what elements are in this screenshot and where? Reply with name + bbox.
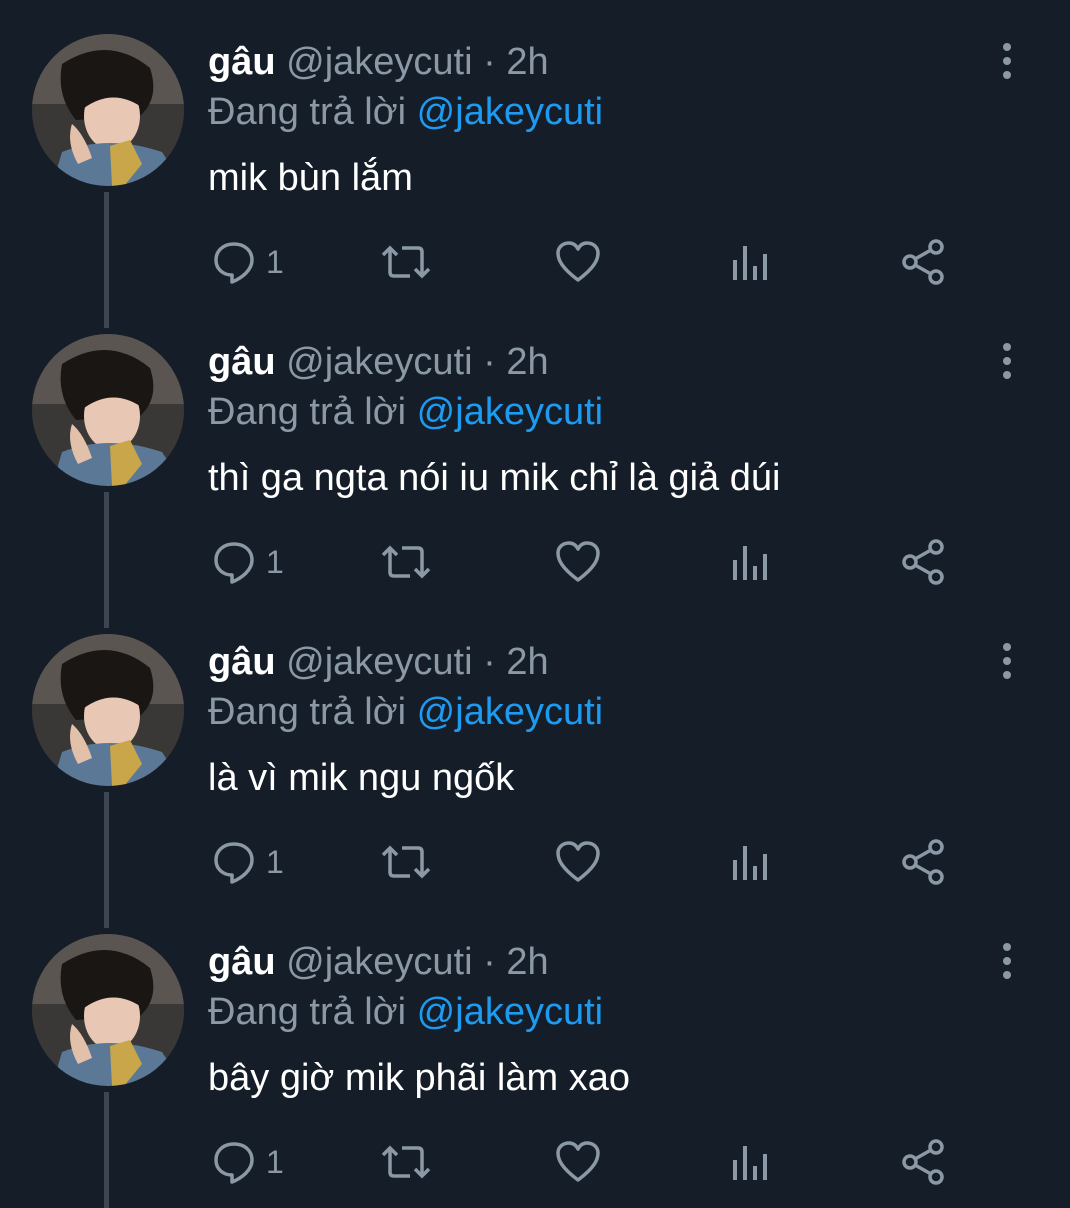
more-vertical-icon[interactable] bbox=[992, 42, 1022, 82]
heart-icon bbox=[554, 538, 602, 586]
heart-icon bbox=[554, 238, 602, 286]
retweet-button[interactable] bbox=[380, 536, 432, 588]
timestamp[interactable]: 2h bbox=[506, 641, 548, 683]
share-button[interactable] bbox=[900, 836, 946, 888]
replying-to-label: Đang trả lời bbox=[208, 91, 407, 133]
display-name[interactable]: gâu bbox=[208, 641, 276, 683]
views-button[interactable] bbox=[730, 236, 770, 288]
replying-to-handle[interactable]: @jakeycuti bbox=[417, 391, 603, 433]
retweet-icon bbox=[380, 238, 432, 286]
share-icon bbox=[900, 538, 946, 586]
views-button[interactable] bbox=[730, 536, 770, 588]
action-bar: 1 bbox=[0, 836, 1070, 888]
views-button[interactable] bbox=[730, 1136, 770, 1188]
action-bar: 1 bbox=[0, 536, 1070, 588]
views-icon bbox=[730, 538, 770, 586]
reply-count: 1 bbox=[266, 1144, 284, 1180]
views-icon bbox=[730, 1138, 770, 1186]
reply-icon bbox=[210, 838, 258, 886]
reply-button[interactable]: 1 bbox=[210, 536, 284, 588]
replying-to-label: Đang trả lời bbox=[208, 691, 407, 733]
reply-count: 1 bbox=[266, 844, 284, 880]
display-name[interactable]: gâu bbox=[208, 341, 276, 383]
tweet-header: gâu @jakeycuti · 2h bbox=[208, 340, 549, 384]
like-button[interactable] bbox=[554, 836, 602, 888]
reply-count: 1 bbox=[266, 244, 284, 280]
tweet-text: là vì mik ngu ngốk bbox=[208, 757, 515, 799]
separator-dot: · bbox=[483, 641, 496, 683]
retweet-button[interactable] bbox=[380, 236, 432, 288]
heart-icon bbox=[554, 838, 602, 886]
views-icon bbox=[730, 838, 770, 886]
like-button[interactable] bbox=[554, 1136, 602, 1188]
replying-to: Đang trả lời @jakeycuti bbox=[208, 990, 603, 1034]
retweet-icon bbox=[380, 1138, 432, 1186]
tweet-header: gâu @jakeycuti · 2h bbox=[208, 640, 549, 684]
like-button[interactable] bbox=[554, 236, 602, 288]
tweet-text: mik bùn lắm bbox=[208, 157, 413, 199]
separator-dot: · bbox=[483, 341, 496, 383]
more-vertical-icon[interactable] bbox=[992, 942, 1022, 982]
reply-icon bbox=[210, 538, 258, 586]
tweet[interactable]: gâu @jakeycuti · 2h Đang trả lời @jakeyc… bbox=[0, 600, 1070, 900]
user-handle[interactable]: @jakeycuti bbox=[286, 941, 472, 983]
action-bar: 1 bbox=[0, 236, 1070, 288]
replying-to-label: Đang trả lời bbox=[208, 991, 407, 1033]
retweet-icon bbox=[380, 838, 432, 886]
reply-button[interactable]: 1 bbox=[210, 836, 284, 888]
replying-to: Đang trả lời @jakeycuti bbox=[208, 690, 603, 734]
replying-to-handle[interactable]: @jakeycuti bbox=[417, 691, 603, 733]
share-icon bbox=[900, 238, 946, 286]
replying-to-handle[interactable]: @jakeycuti bbox=[417, 91, 603, 133]
tweet[interactable]: gâu @jakeycuti · 2h Đang trả lời @jakeyc… bbox=[0, 0, 1070, 300]
timestamp[interactable]: 2h bbox=[506, 941, 548, 983]
display-name[interactable]: gâu bbox=[208, 941, 276, 983]
separator-dot: · bbox=[483, 41, 496, 83]
user-handle[interactable]: @jakeycuti bbox=[286, 41, 472, 83]
like-button[interactable] bbox=[554, 536, 602, 588]
tweet[interactable]: gâu @jakeycuti · 2h Đang trả lời @jakeyc… bbox=[0, 900, 1070, 1200]
user-handle[interactable]: @jakeycuti bbox=[286, 341, 472, 383]
replying-to: Đang trả lời @jakeycuti bbox=[208, 390, 603, 434]
tweet-header: gâu @jakeycuti · 2h bbox=[208, 40, 549, 84]
avatar[interactable] bbox=[32, 334, 184, 486]
reply-button[interactable]: 1 bbox=[210, 236, 284, 288]
tweet-header: gâu @jakeycuti · 2h bbox=[208, 940, 549, 984]
more-vertical-icon[interactable] bbox=[992, 342, 1022, 382]
user-handle[interactable]: @jakeycuti bbox=[286, 641, 472, 683]
avatar[interactable] bbox=[32, 934, 184, 1086]
tweet-text: thì ga ngta nói iu mik chỉ là giả dúi bbox=[208, 457, 781, 499]
retweet-button[interactable] bbox=[380, 836, 432, 888]
display-name[interactable]: gâu bbox=[208, 41, 276, 83]
timestamp[interactable]: 2h bbox=[506, 341, 548, 383]
replying-to: Đang trả lời @jakeycuti bbox=[208, 90, 603, 134]
share-button[interactable] bbox=[900, 536, 946, 588]
reply-icon bbox=[210, 238, 258, 286]
timestamp[interactable]: 2h bbox=[506, 41, 548, 83]
views-icon bbox=[730, 238, 770, 286]
share-icon bbox=[900, 838, 946, 886]
avatar[interactable] bbox=[32, 634, 184, 786]
tweet-text: bây giờ mik phãi làm xao bbox=[208, 1057, 630, 1099]
replying-to-handle[interactable]: @jakeycuti bbox=[417, 991, 603, 1033]
share-button[interactable] bbox=[900, 236, 946, 288]
replying-to-label: Đang trả lời bbox=[208, 391, 407, 433]
share-button[interactable] bbox=[900, 1136, 946, 1188]
heart-icon bbox=[554, 1138, 602, 1186]
tweet[interactable]: gâu @jakeycuti · 2h Đang trả lời @jakeyc… bbox=[0, 300, 1070, 600]
more-vertical-icon[interactable] bbox=[992, 642, 1022, 682]
reply-button[interactable]: 1 bbox=[210, 1136, 284, 1188]
retweet-icon bbox=[380, 538, 432, 586]
action-bar: 1 bbox=[0, 1136, 1070, 1188]
separator-dot: · bbox=[483, 941, 496, 983]
retweet-button[interactable] bbox=[380, 1136, 432, 1188]
reply-icon bbox=[210, 1138, 258, 1186]
reply-count: 1 bbox=[266, 544, 284, 580]
views-button[interactable] bbox=[730, 836, 770, 888]
avatar[interactable] bbox=[32, 34, 184, 186]
share-icon bbox=[900, 1138, 946, 1186]
